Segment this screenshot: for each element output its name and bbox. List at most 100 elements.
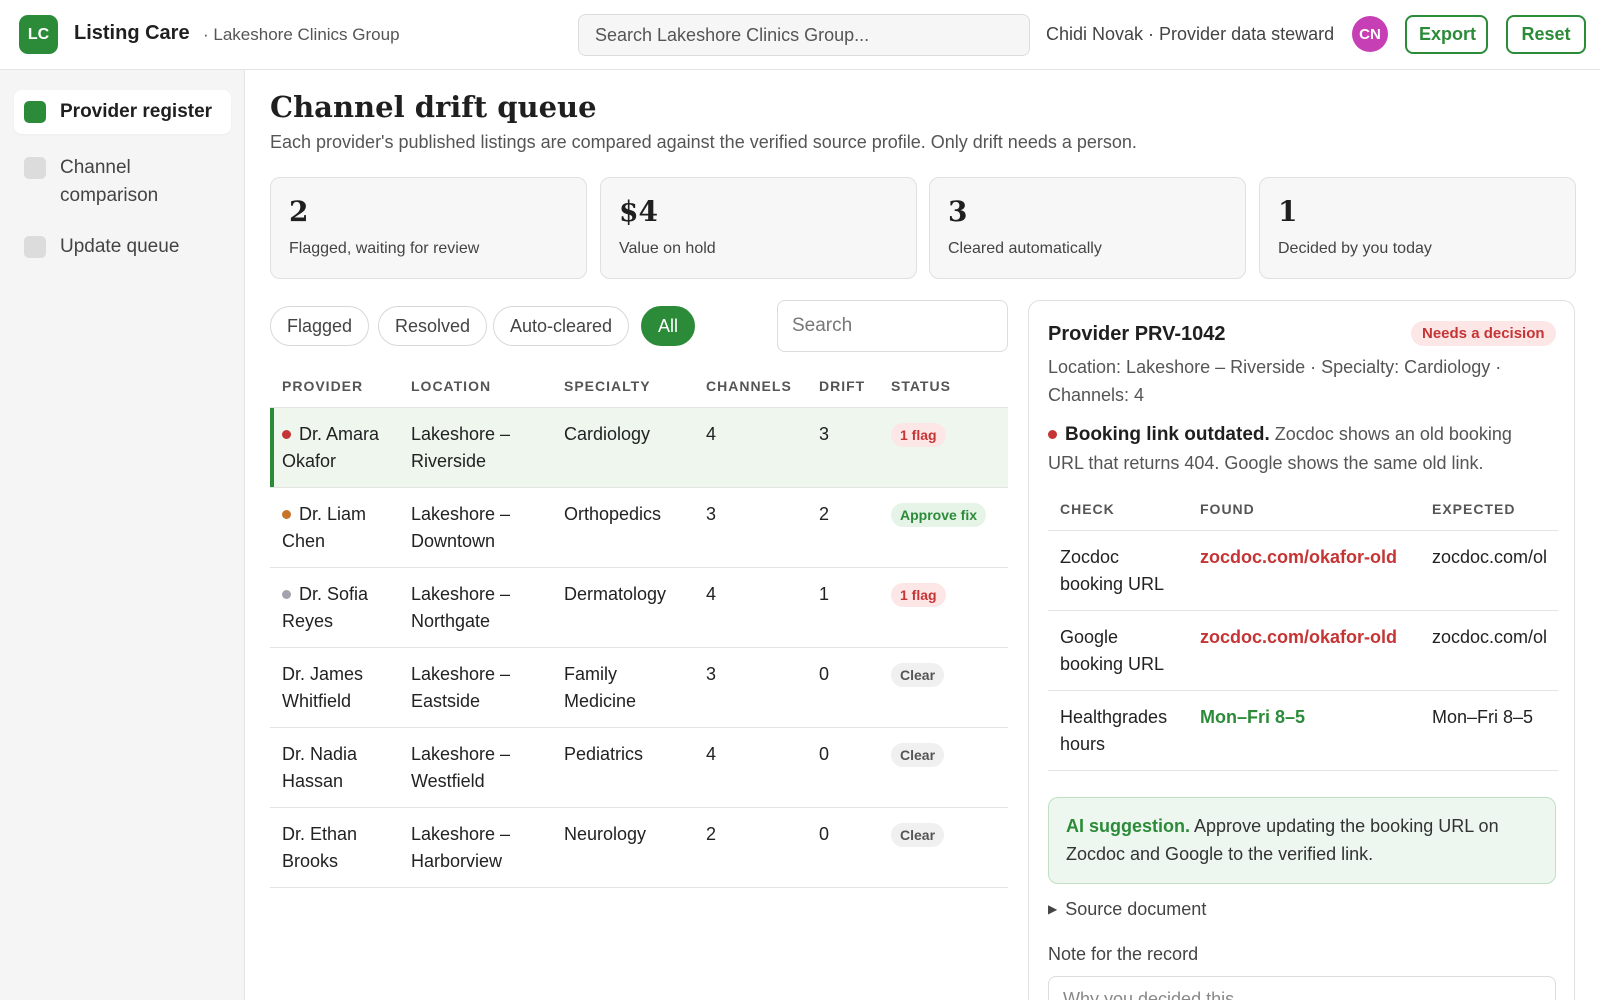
cell-channels: 2 bbox=[694, 807, 807, 888]
cell-channels: 4 bbox=[694, 407, 807, 488]
stat-card-decided: 1 Decided by you today bbox=[1259, 177, 1576, 279]
cell-status: Approve fix bbox=[879, 487, 1008, 568]
check-name: Google booking URL bbox=[1048, 610, 1188, 691]
provider-name: Dr. Amara Okafor bbox=[282, 423, 380, 471]
cell-drift: 3 bbox=[807, 407, 879, 488]
cell-drift: 0 bbox=[807, 647, 879, 728]
source-document-label: Source document bbox=[1065, 899, 1207, 919]
provider-detail-panel: Provider PRV-1042 Needs a decision Locat… bbox=[1028, 300, 1575, 1000]
cell-channels: 3 bbox=[694, 647, 807, 728]
table-row[interactable]: Dr. Sofia Reyes Lakeshore – Northgate Derm… bbox=[270, 567, 1008, 648]
status-dot-icon bbox=[282, 589, 291, 599]
stat-value: 1 bbox=[1278, 195, 1298, 228]
filter-auto-cleared[interactable]: Auto-cleared bbox=[493, 306, 630, 346]
column-header-location[interactable]: LOCATION bbox=[399, 365, 552, 408]
provider-name: Dr. Sofia Reyes bbox=[282, 583, 369, 631]
global-search-input[interactable] bbox=[578, 14, 1030, 56]
ai-suggestion-title: AI suggestion. bbox=[1066, 816, 1191, 836]
column-header-status[interactable]: STATUS bbox=[879, 365, 1008, 408]
check-name: Zocdoc booking URL bbox=[1048, 530, 1188, 611]
status-dot-icon bbox=[282, 429, 291, 439]
cell-channels: 3 bbox=[694, 487, 807, 568]
cell-drift: 1 bbox=[807, 567, 879, 648]
sidebar-item-update-queue[interactable]: Update queue bbox=[14, 225, 231, 269]
app-title: Listing Care bbox=[74, 22, 190, 44]
export-button[interactable]: Export bbox=[1405, 15, 1488, 54]
table-search-input[interactable] bbox=[777, 300, 1008, 352]
column-header-specialty[interactable]: SPECIALTY bbox=[552, 365, 694, 408]
provider-register-icon bbox=[24, 101, 46, 123]
issue-dot-icon bbox=[1048, 430, 1057, 439]
column-header-channels[interactable]: CHANNELS bbox=[694, 365, 807, 408]
sidebar-item-label: Update queue bbox=[60, 236, 180, 257]
stat-label: Cleared automatically bbox=[948, 240, 1102, 257]
stat-card-cleared: 3 Cleared automatically bbox=[929, 177, 1246, 279]
cell-specialty: Dermatology bbox=[552, 567, 694, 648]
reset-button[interactable]: Reset bbox=[1506, 15, 1586, 54]
note-label: Note for the record bbox=[1048, 944, 1199, 964]
detail-title: Provider PRV-1042 bbox=[1048, 323, 1226, 345]
stat-card-flagged: 2 Flagged, waiting for review bbox=[270, 177, 587, 279]
cell-location: Lakeshore – Westfield bbox=[399, 727, 552, 808]
org-name: · Lakeshore Clinics Group bbox=[203, 25, 400, 44]
column-header-provider[interactable]: PROVIDER bbox=[270, 365, 399, 408]
cell-status: 1 flag bbox=[879, 567, 1008, 648]
cell-specialty: Orthopedics bbox=[552, 487, 694, 568]
sidebar-item-provider-register[interactable]: Provider register bbox=[14, 90, 231, 134]
check-name: Healthgrades hours bbox=[1048, 690, 1188, 771]
check-table: CHECK FOUND EXPECTED Zocdoc booking URL z… bbox=[1048, 488, 1558, 771]
provider-name: Dr. Nadia Hassan bbox=[282, 743, 358, 791]
table-row[interactable]: Dr. James Whitfield Lakeshore – Eastside F… bbox=[270, 647, 1008, 728]
sidebar-item-channel-comparison[interactable]: Channel comparison bbox=[14, 146, 231, 218]
check-row: Healthgrades hours Mon–Fri 8–5 Mon–Fri 8–5 bbox=[1048, 690, 1558, 771]
sidebar-item-label: Channel comparison bbox=[60, 157, 159, 206]
table-row[interactable]: Dr. Nadia Hassan Lakeshore – Westfield Ped… bbox=[270, 727, 1008, 808]
channel-comparison-icon bbox=[24, 157, 46, 179]
status-dot-icon bbox=[282, 509, 291, 519]
table-row[interactable]: Dr. Amara Okafor Lakeshore – Riverside Car… bbox=[270, 407, 1008, 488]
note-input[interactable] bbox=[1048, 976, 1556, 1000]
stat-value: 3 bbox=[948, 195, 968, 228]
status-badge[interactable]: Approve fix bbox=[891, 502, 987, 527]
issue-title: Booking link outdated. bbox=[1065, 424, 1270, 445]
status-badge: Clear bbox=[891, 822, 945, 847]
cell-provider: Dr. Sofia Reyes bbox=[270, 567, 399, 648]
cell-location: Lakeshore – Northgate bbox=[399, 567, 552, 648]
check-row: Google booking URL zocdoc.com/okafor-old z… bbox=[1048, 610, 1558, 691]
cell-provider: Dr. Liam Chen bbox=[270, 487, 399, 568]
provider-name: Dr. Ethan Brooks bbox=[282, 823, 358, 871]
update-queue-icon bbox=[24, 236, 46, 258]
cell-drift: 0 bbox=[807, 727, 879, 808]
provider-table: PROVIDER LOCATION SPECIALTY CHANNELS DRI… bbox=[270, 365, 1008, 888]
cell-provider: Dr. Ethan Brooks bbox=[270, 807, 399, 888]
cell-specialty: Cardiology bbox=[552, 407, 694, 488]
sidebar-item-label: Provider register bbox=[60, 101, 213, 122]
status-badge: 1 flag bbox=[891, 422, 946, 447]
cell-location: Lakeshore – Riverside bbox=[399, 407, 552, 488]
cell-location: Lakeshore – Harborview bbox=[399, 807, 552, 888]
provider-name: Dr. Liam Chen bbox=[282, 503, 367, 551]
filter-flagged[interactable]: Flagged bbox=[270, 306, 370, 346]
check-found: Mon–Fri 8–5 bbox=[1188, 690, 1420, 771]
cell-drift: 2 bbox=[807, 487, 879, 568]
table-row[interactable]: Dr. Ethan Brooks Lakeshore – Harborview Ne… bbox=[270, 807, 1008, 888]
column-header-drift[interactable]: DRIFT bbox=[807, 365, 879, 408]
filter-resolved[interactable]: Resolved bbox=[378, 306, 488, 346]
status-badge: 1 flag bbox=[891, 582, 946, 607]
cell-status: Clear bbox=[879, 807, 1008, 888]
stat-label: Decided by you today bbox=[1278, 240, 1432, 257]
cell-channels: 4 bbox=[694, 567, 807, 648]
cell-provider: Dr. Nadia Hassan bbox=[270, 727, 399, 808]
check-header-expected: EXPECTED bbox=[1420, 488, 1558, 531]
check-expected: zocdoc.com/ol bbox=[1420, 610, 1558, 691]
cell-location: Lakeshore – Downtown bbox=[399, 487, 552, 568]
source-document-toggle[interactable]: ▶ Source document bbox=[1048, 899, 1206, 920]
triangle-right-icon: ▶ bbox=[1048, 902, 1058, 916]
check-found: zocdoc.com/okafor-old bbox=[1188, 530, 1420, 611]
user-name: Chidi Novak · Provider data steward bbox=[1046, 24, 1335, 44]
table-row[interactable]: Dr. Liam Chen Lakeshore – Downtown Orthope… bbox=[270, 487, 1008, 568]
avatar[interactable]: CN bbox=[1352, 16, 1388, 52]
filter-all[interactable]: All bbox=[641, 306, 696, 346]
status-badge: Clear bbox=[891, 742, 945, 767]
check-expected: zocdoc.com/ol bbox=[1420, 530, 1558, 611]
